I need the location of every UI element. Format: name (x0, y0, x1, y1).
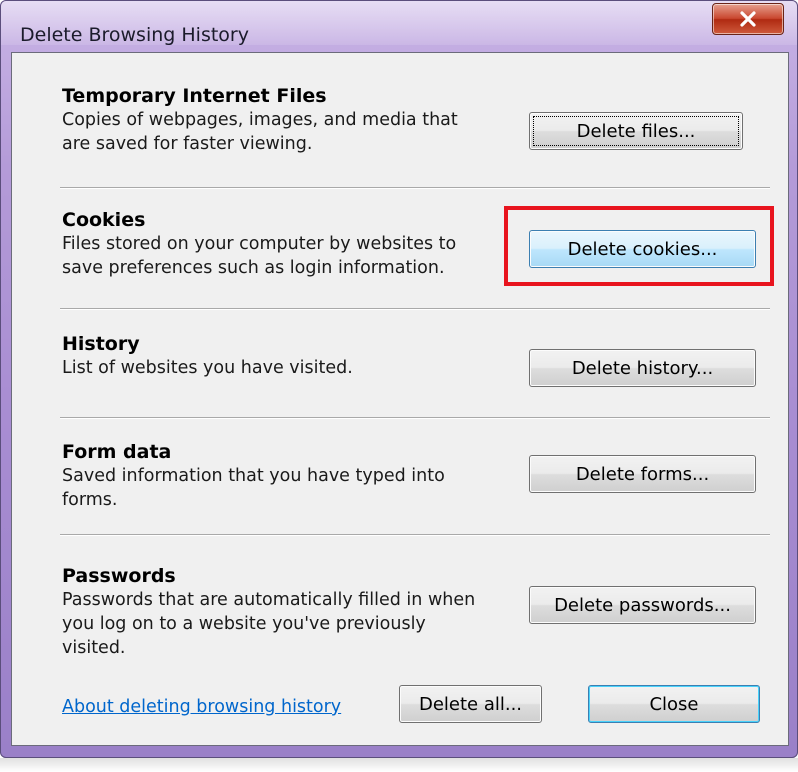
section-cookies: Cookies Files stored on your computer by… (62, 208, 457, 280)
section-form-data: Form data Saved information that you hav… (62, 440, 445, 512)
dialog-body: Temporary Internet Files Copies of webpa… (11, 52, 789, 746)
close-button[interactable]: Close (588, 685, 760, 723)
delete-history-button[interactable]: Delete history... (529, 349, 756, 387)
delete-all-button[interactable]: Delete all... (399, 685, 542, 723)
delete-forms-button[interactable]: Delete forms... (529, 455, 756, 493)
about-deleting-history-link[interactable]: About deleting browsing history (62, 697, 341, 717)
delete-files-button[interactable]: Delete files... (529, 112, 743, 150)
section-heading: Cookies (62, 209, 146, 231)
section-description-line: forms. (62, 490, 118, 510)
section-history: History List of websites you have visite… (62, 332, 353, 380)
divider (60, 308, 770, 310)
section-description-line: visited. (62, 638, 126, 658)
delete-passwords-button[interactable]: Delete passwords... (529, 586, 756, 624)
divider (60, 187, 770, 189)
divider (60, 417, 770, 419)
section-temporary-files: Temporary Internet Files Copies of webpa… (62, 84, 458, 156)
window-close-button[interactable] (712, 3, 784, 35)
divider (60, 534, 770, 536)
section-description-line: are saved for faster viewing. (62, 134, 313, 154)
section-heading: Form data (62, 441, 172, 463)
close-icon (740, 11, 756, 27)
section-passwords: Passwords Passwords that are automatical… (62, 564, 476, 660)
window-shadow (0, 758, 798, 772)
section-heading: History (62, 333, 140, 355)
section-description-line: save preferences such as login informati… (62, 258, 445, 278)
section-description-line: Passwords that are automatically filled … (62, 590, 476, 610)
dialog-window: Delete Browsing History Temporary Intern… (0, 0, 798, 758)
section-description-line: you log on to a website you've previousl… (62, 614, 426, 634)
section-description-line: Saved information that you have typed in… (62, 466, 445, 486)
section-heading: Passwords (62, 565, 176, 587)
section-description-line: Files stored on your computer by website… (62, 234, 457, 254)
section-description-line: List of websites you have visited. (62, 358, 353, 378)
section-heading: Temporary Internet Files (62, 85, 327, 107)
section-description-line: Copies of webpages, images, and media th… (62, 110, 458, 130)
cookies-highlight-box (504, 206, 774, 286)
window-title: Delete Browsing History (20, 24, 249, 46)
